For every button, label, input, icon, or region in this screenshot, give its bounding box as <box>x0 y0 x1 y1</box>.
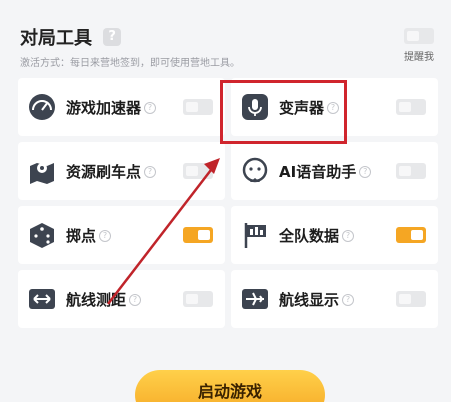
tool-label: 游戏加速器? <box>66 97 157 118</box>
tool-card-game-accelerator[interactable]: 游戏加速器? <box>18 78 225 136</box>
dice-icon <box>26 219 58 251</box>
tool-toggle[interactable] <box>396 227 426 243</box>
help-icon[interactable]: ? <box>342 230 355 242</box>
help-icon[interactable]: ? <box>103 28 122 46</box>
game-tools-panel: 对局工具 ? 激活方式：每日来营地签到，即可使用营地工具。 提醒我 游戏加速器?… <box>0 0 451 402</box>
tool-toggle[interactable] <box>396 291 426 307</box>
tool-card-dice[interactable]: 掷点? <box>18 206 225 264</box>
remind-me-label: 提醒我 <box>404 52 434 63</box>
start-game-button[interactable]: 启动游戏 <box>135 370 325 402</box>
tool-label: 资源刷车点? <box>66 161 157 182</box>
tool-toggle[interactable] <box>183 227 213 243</box>
help-icon[interactable]: ? <box>144 102 157 114</box>
map-pin-icon <box>26 155 58 187</box>
voice-assistant-icon <box>239 155 271 187</box>
tool-card-ai-voice-assistant[interactable]: AI语音助手? <box>231 142 438 200</box>
help-icon[interactable]: ? <box>99 230 112 242</box>
help-icon[interactable]: ? <box>129 294 142 306</box>
tool-card-route-distance[interactable]: 航线测距? <box>18 270 225 328</box>
highlight-box-voice-changer <box>220 80 347 144</box>
team-flag-icon <box>239 219 271 251</box>
help-icon[interactable]: ? <box>342 294 355 306</box>
remind-me-toggle-group: 提醒我 <box>399 28 439 63</box>
tool-label: 全队数据? <box>279 225 355 246</box>
airplane-icon <box>239 283 271 315</box>
speedometer-icon <box>26 91 58 123</box>
tool-toggle[interactable] <box>183 99 213 115</box>
tool-toggle[interactable] <box>396 163 426 179</box>
activation-hint: 激活方式：每日来营地签到，即可使用营地工具。 <box>20 58 240 69</box>
tool-label: 航线测距? <box>66 289 142 310</box>
tool-label: 航线显示? <box>279 289 355 310</box>
tool-toggle[interactable] <box>183 163 213 179</box>
route-distance-icon <box>26 283 58 315</box>
help-icon[interactable]: ? <box>359 166 372 178</box>
help-icon[interactable]: ? <box>144 166 157 178</box>
tool-toggle[interactable] <box>183 291 213 307</box>
tool-toggle[interactable] <box>396 99 426 115</box>
tool-card-team-data[interactable]: 全队数据? <box>231 206 438 264</box>
tool-label: 掷点? <box>66 225 112 246</box>
section-header: 对局工具 ? <box>20 24 122 50</box>
section-title: 对局工具 <box>20 28 92 49</box>
tool-card-resource-spawn[interactable]: 资源刷车点? <box>18 142 225 200</box>
tool-card-route-display[interactable]: 航线显示? <box>231 270 438 328</box>
tool-label: AI语音助手? <box>279 161 372 182</box>
remind-me-toggle[interactable] <box>404 28 434 44</box>
